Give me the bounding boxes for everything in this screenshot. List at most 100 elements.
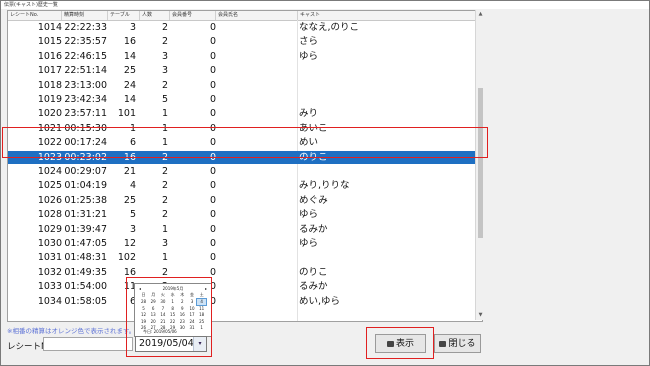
calendar-day[interactable]: 22 bbox=[168, 319, 177, 325]
table-row[interactable]: 1032 01:49:35 16 2 0 のりこ bbox=[8, 266, 482, 279]
cell-time: 01:48:31 bbox=[64, 252, 107, 264]
col-header-member-no[interactable]: 会員番号 bbox=[170, 11, 216, 20]
table-row[interactable]: 103301:54:001120るみか bbox=[8, 280, 482, 293]
calendar-day[interactable]: 2 bbox=[178, 299, 187, 305]
calendar-day[interactable]: 31 bbox=[188, 325, 197, 331]
col-header-receipt[interactable]: レシートNo. bbox=[8, 11, 62, 20]
cell-member-no: 0 bbox=[209, 151, 216, 163]
calendar-day[interactable]: 10 bbox=[188, 306, 197, 312]
calendar-day[interactable]: 15 bbox=[168, 312, 177, 318]
cell-people: 3 bbox=[161, 65, 168, 77]
cell-time: 01:54:00 bbox=[64, 281, 107, 293]
col-header-table[interactable]: テーブル bbox=[108, 11, 140, 20]
cell-time: 22:51:14 bbox=[64, 65, 107, 77]
cell-cast: ゆら bbox=[299, 209, 319, 221]
col-header-time[interactable]: 精算時刻 bbox=[62, 11, 108, 20]
cell-member-no: 0 bbox=[209, 166, 216, 177]
calendar-day[interactable]: 11 bbox=[197, 306, 206, 312]
table-row[interactable]: 1024 00:29:07 21 2 0 bbox=[8, 165, 482, 178]
table-row[interactable]: 1015 22:35:57 16 2 0 さら bbox=[8, 35, 482, 48]
calendar-day[interactable]: 25 bbox=[197, 319, 206, 325]
calendar-next-icon[interactable]: ▸ bbox=[205, 286, 207, 291]
close-button[interactable]: 閉じる bbox=[434, 334, 481, 353]
cell-member-no: 0 bbox=[209, 36, 216, 48]
cell-member-name bbox=[216, 93, 296, 106]
cell-receipt-no: 1023 bbox=[37, 151, 62, 163]
cell-member-no: 0 bbox=[209, 79, 216, 91]
calendar-day[interactable]: 13 bbox=[149, 312, 158, 318]
table-row[interactable]: 1020 23:57:11 101 1 0 みり bbox=[8, 107, 482, 120]
calendar-day[interactable]: 29 bbox=[149, 299, 158, 305]
table-row[interactable]: 1026 01:25:38 25 2 0 めぐみ bbox=[8, 194, 482, 207]
col-header-cast[interactable]: キャスト bbox=[298, 11, 482, 20]
calendar-today[interactable]: 今日: 2019/05/06 bbox=[143, 329, 177, 335]
close-icon bbox=[439, 340, 447, 347]
calendar-day[interactable]: 19 bbox=[139, 319, 148, 325]
calendar-day[interactable]: 14 bbox=[158, 312, 167, 318]
calendar-day[interactable]: 24 bbox=[188, 319, 197, 325]
calendar-day[interactable]: 30 bbox=[178, 325, 187, 331]
cell-member-name bbox=[216, 107, 296, 120]
scroll-thumb[interactable] bbox=[478, 88, 483, 238]
calendar-day[interactable]: 4 bbox=[196, 298, 208, 306]
table-row[interactable]: 1018 23:13:00 24 2 0 bbox=[8, 79, 482, 92]
cell-receipt-no: 1016 bbox=[37, 50, 62, 62]
cell-cast bbox=[298, 93, 479, 106]
table-row[interactable]: 1022 00:17:24 6 1 0 めい bbox=[8, 136, 482, 149]
cell-cast: るみか bbox=[299, 223, 328, 235]
calendar-weekday: 月 bbox=[151, 292, 156, 297]
cell-table: 25 bbox=[123, 65, 136, 77]
calendar-day[interactable]: 23 bbox=[178, 319, 187, 325]
calendar-day[interactable]: 20 bbox=[149, 319, 158, 325]
calendar-day[interactable]: 17 bbox=[188, 312, 197, 318]
calendar-dropdown-icon[interactable]: ▾ bbox=[193, 337, 206, 351]
calendar-day[interactable]: 21 bbox=[158, 319, 167, 325]
scroll-down-icon[interactable]: ▼ bbox=[476, 311, 485, 320]
calendar-day[interactable]: 7 bbox=[158, 306, 167, 312]
calendar-day[interactable]: 6 bbox=[149, 306, 158, 312]
calendar-day[interactable]: 12 bbox=[139, 312, 148, 318]
orange-note: ※相番の精算はオレンジ色で表示されます。 bbox=[7, 327, 136, 335]
cell-member-no: 0 bbox=[209, 266, 216, 278]
calendar-day[interactable]: 28 bbox=[139, 299, 148, 305]
scroll-up-icon[interactable]: ▲ bbox=[476, 10, 485, 19]
date-picker[interactable]: 2019/05/04 ▾ bbox=[135, 336, 207, 352]
calendar-day[interactable]: 9 bbox=[178, 306, 187, 312]
cell-receipt-no: 1015 bbox=[37, 36, 62, 48]
table-row[interactable]: 1016 22:46:15 14 3 0 ゆら bbox=[8, 50, 482, 63]
table-row[interactable]: 1025 01:04:19 4 2 0 みり,りりな bbox=[8, 179, 482, 192]
calendar-day[interactable]: 8 bbox=[168, 306, 177, 312]
table-row[interactable]: 1021 00:15:30 1 1 0 あいこ bbox=[8, 122, 482, 135]
grid-scrollbar[interactable]: ▲ ▼ bbox=[475, 10, 485, 320]
cell-people: 2 bbox=[161, 151, 168, 163]
calendar-day[interactable]: 1 bbox=[168, 299, 177, 305]
cell-receipt-no: 1026 bbox=[37, 194, 62, 206]
cell-member-no: 0 bbox=[209, 122, 216, 134]
calendar-day[interactable]: 3 bbox=[188, 299, 197, 305]
calendar-day[interactable]: 30 bbox=[158, 299, 167, 305]
table-row[interactable]: 1017 22:51:14 25 3 0 bbox=[8, 64, 482, 77]
show-button[interactable]: 表示 bbox=[375, 334, 426, 353]
calendar-day[interactable]: 1 bbox=[197, 325, 206, 331]
calendar-day[interactable]: 16 bbox=[178, 312, 187, 318]
receipt-no-input[interactable] bbox=[43, 337, 133, 351]
table-row[interactable]: 1030 01:47:05 12 3 0 ゆら bbox=[8, 237, 482, 250]
col-header-people[interactable]: 人数 bbox=[140, 11, 170, 20]
table-row[interactable]: 1031 01:48:31 102 1 0 bbox=[8, 251, 482, 264]
col-header-member-name[interactable]: 会員氏名 bbox=[216, 11, 298, 20]
table-row[interactable]: 1014 22:22:33 3 2 0 ななえ,のりこ bbox=[8, 21, 482, 34]
table-row-selected[interactable]: 1023 00:23:02 16 2 0 のりこ bbox=[8, 150, 482, 164]
table-row[interactable]: 1028 01:31:21 5 2 0 ゆら bbox=[8, 208, 482, 221]
table-row[interactable]: 1029 01:39:47 3 1 0 るみか bbox=[8, 223, 482, 236]
receipt-grid[interactable]: レシートNo. 精算時刻 テーブル 人数 会員番号 会員氏名 キャスト 1014… bbox=[7, 10, 483, 322]
calendar-day[interactable]: 18 bbox=[197, 312, 206, 318]
cell-member-name bbox=[216, 136, 296, 149]
calendar-weekday: 火 bbox=[160, 292, 165, 297]
table-row[interactable]: 103401:58:05 6 30 めい,ゆら bbox=[8, 295, 482, 308]
calendar-day[interactable]: 5 bbox=[139, 306, 148, 312]
cell-receipt-no: 1033 bbox=[37, 281, 62, 293]
cell-member-name bbox=[216, 151, 296, 164]
cell-time: 01:39:47 bbox=[64, 223, 107, 235]
date-value[interactable]: 2019/05/04 bbox=[139, 337, 194, 351]
table-row[interactable]: 1019 23:42:34 14 5 0 bbox=[8, 93, 482, 106]
